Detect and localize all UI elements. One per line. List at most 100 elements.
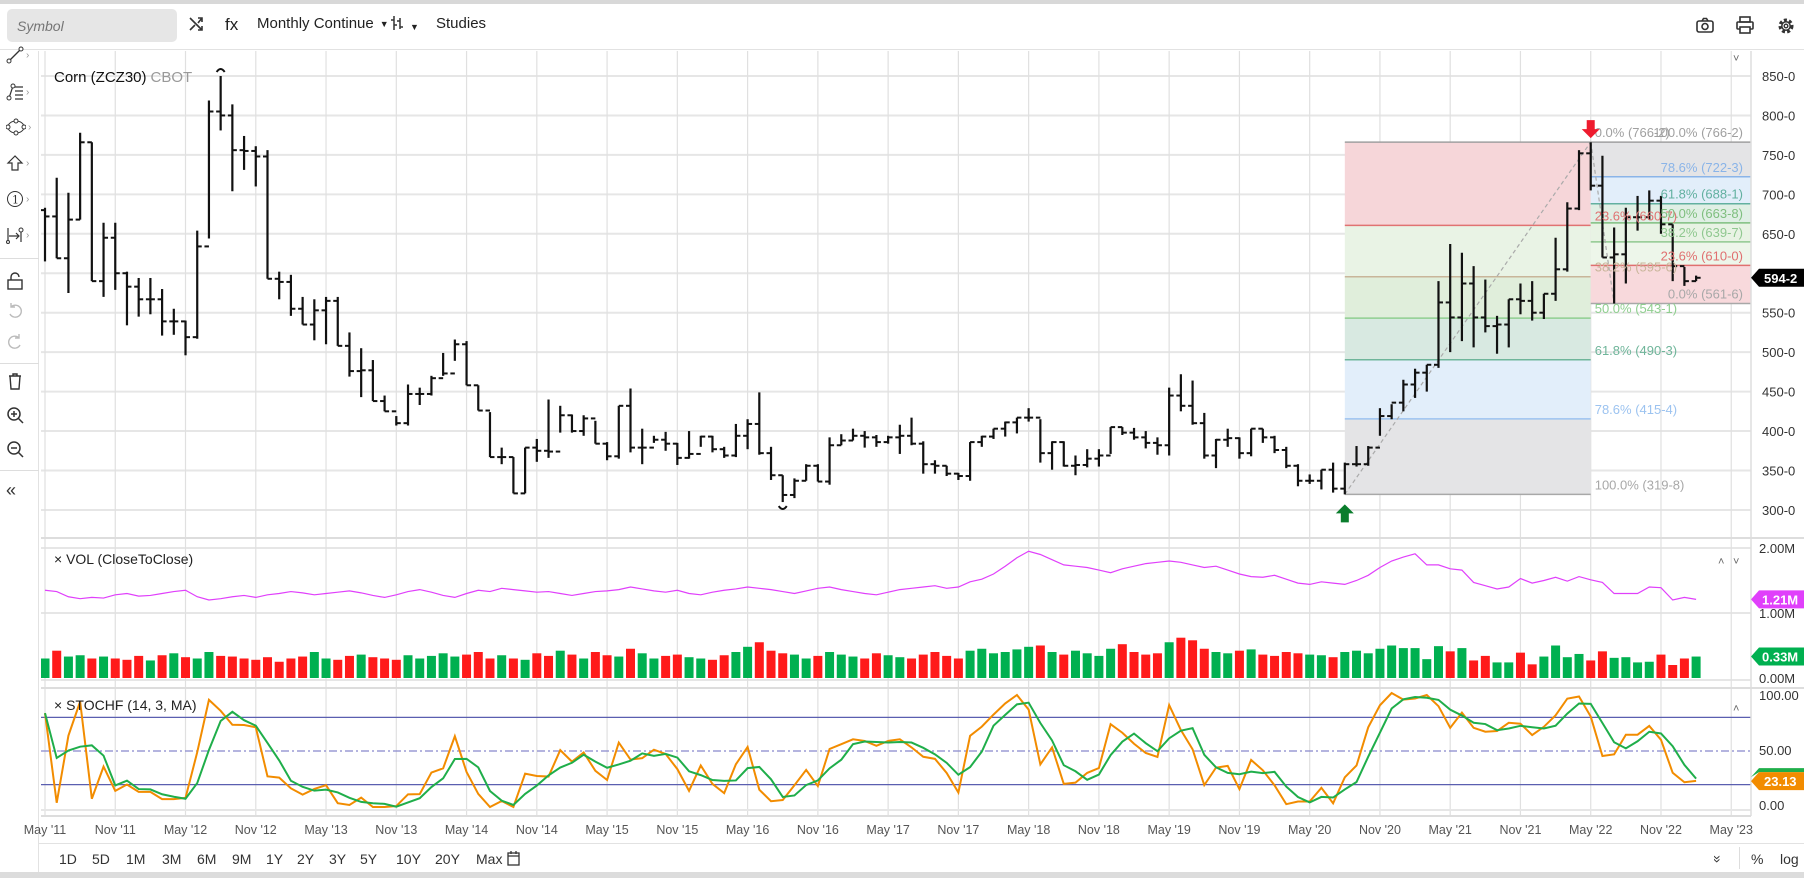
ohlc-bar[interactable] [309, 299, 319, 341]
volume-bar[interactable] [778, 653, 788, 678]
ohlc-bar[interactable] [333, 296, 343, 347]
volume-bar[interactable] [1433, 646, 1443, 678]
volume-bar[interactable] [860, 658, 870, 679]
ohlc-bar[interactable] [321, 296, 331, 345]
volume-bar[interactable] [1211, 652, 1221, 678]
volume-bar[interactable] [1679, 658, 1689, 679]
ohlc-bar[interactable] [473, 384, 483, 412]
volume-bar[interactable] [321, 658, 331, 679]
ohlc-bar[interactable] [953, 472, 963, 480]
ohlc-bar[interactable] [508, 456, 518, 495]
ohlc-bar[interactable] [719, 446, 729, 458]
ohlc-bar[interactable] [63, 192, 73, 293]
ohlc-bar[interactable] [532, 438, 542, 462]
volume-bar[interactable] [977, 648, 987, 678]
ohlc-bar[interactable] [1305, 474, 1315, 484]
volume-bar[interactable] [87, 658, 97, 679]
range-button-2y[interactable]: 2Y [297, 851, 314, 867]
volume-bar[interactable] [192, 658, 202, 679]
volume-bar[interactable] [298, 656, 308, 678]
ohlc-bar[interactable] [216, 76, 226, 131]
volume-bar[interactable] [1668, 665, 1678, 678]
ohlc-bar[interactable] [813, 464, 823, 483]
volume-bar[interactable] [262, 657, 272, 678]
volume-bar[interactable] [1152, 653, 1162, 678]
ohlc-bar[interactable] [1000, 421, 1010, 437]
volume-bar[interactable] [1410, 648, 1420, 678]
ohlc-bar[interactable] [438, 352, 448, 380]
ohlc-bar[interactable] [696, 435, 706, 455]
ohlc-bar[interactable] [1070, 455, 1080, 476]
volume-bar[interactable] [965, 650, 975, 678]
volume-bar[interactable] [579, 658, 589, 679]
volume-bar[interactable] [1422, 659, 1432, 678]
volume-bar[interactable] [1656, 654, 1666, 678]
volume-bar[interactable] [157, 655, 167, 678]
ohlc-bar[interactable] [637, 428, 647, 465]
volume-bar[interactable] [1316, 655, 1326, 678]
range-button-1y[interactable]: 1Y [266, 851, 283, 867]
volume-bar[interactable] [1551, 645, 1561, 679]
volume-bar[interactable] [684, 657, 694, 678]
volume-bar[interactable] [754, 642, 764, 678]
ohlc-bar[interactable] [1035, 416, 1045, 463]
ohlc-bar[interactable] [497, 447, 507, 465]
ohlc-bar[interactable] [298, 296, 308, 326]
ohlc-bar[interactable] [450, 339, 460, 375]
volume-bar[interactable] [520, 659, 530, 678]
volume-bar[interactable] [508, 658, 518, 679]
ohlc-bar[interactable] [883, 435, 893, 444]
ohlc-bar[interactable] [661, 431, 671, 451]
volume-bar[interactable] [1234, 650, 1244, 678]
ohlc-bar[interactable] [1234, 437, 1244, 459]
range-button-5d[interactable]: 5D [92, 851, 110, 867]
volume-bar[interactable] [930, 652, 940, 678]
volume-bar[interactable] [1000, 652, 1010, 678]
ohlc-bar[interactable] [87, 141, 97, 283]
volume-bar[interactable] [801, 658, 811, 679]
volume-bar[interactable] [953, 658, 963, 679]
volume-bar[interactable] [637, 653, 647, 678]
ohlc-bar[interactable] [462, 341, 472, 387]
ohlc-bar[interactable] [356, 348, 366, 398]
volume-bar[interactable] [1141, 654, 1151, 678]
ohlc-bar[interactable] [274, 271, 284, 300]
volume-bar[interactable] [883, 655, 893, 678]
ohlc-bar[interactable] [1328, 462, 1338, 493]
volume-bar[interactable] [1387, 645, 1397, 679]
volume-bar[interactable] [426, 655, 436, 678]
volume-bar[interactable] [1176, 637, 1186, 678]
ohlc-bar[interactable] [965, 441, 975, 481]
volume-bar[interactable] [532, 653, 542, 678]
volume-bar[interactable] [356, 654, 366, 678]
scroll-end-icon[interactable]: » [1710, 855, 1726, 863]
ohlc-bar[interactable] [789, 478, 799, 499]
volume-bar[interactable] [52, 650, 62, 678]
ohlc-bar[interactable] [251, 146, 261, 187]
volume-bar[interactable] [239, 658, 249, 679]
volume-bar[interactable] [368, 657, 378, 678]
volume-bar[interactable] [1223, 653, 1233, 678]
ohlc-bar[interactable] [555, 405, 565, 453]
volume-bar[interactable] [1363, 653, 1373, 678]
volume-bar[interactable] [1035, 645, 1045, 679]
ohlc-bar[interactable] [1199, 412, 1209, 459]
ohlc-bar[interactable] [731, 423, 741, 458]
volume-bar[interactable] [169, 653, 179, 678]
ohlc-bar[interactable] [918, 441, 928, 474]
volume-bar[interactable] [462, 654, 472, 678]
ohlc-bar[interactable] [754, 392, 764, 455]
volume-bar[interactable] [344, 655, 354, 678]
ohlc-bar[interactable] [1129, 427, 1139, 440]
volume-bar[interactable] [1609, 657, 1619, 678]
volume-bar[interactable] [1375, 648, 1385, 678]
volume-bar[interactable] [216, 655, 226, 678]
ohlc-bar[interactable] [1211, 438, 1221, 469]
volume-bar[interactable] [1457, 648, 1467, 678]
volume-bar[interactable] [743, 646, 753, 678]
volume-bar[interactable] [1398, 648, 1408, 678]
volume-bar[interactable] [1492, 662, 1502, 678]
volume-bar[interactable] [1328, 657, 1338, 678]
ohlc-bar[interactable] [415, 387, 425, 406]
volume-bar[interactable] [766, 650, 776, 678]
